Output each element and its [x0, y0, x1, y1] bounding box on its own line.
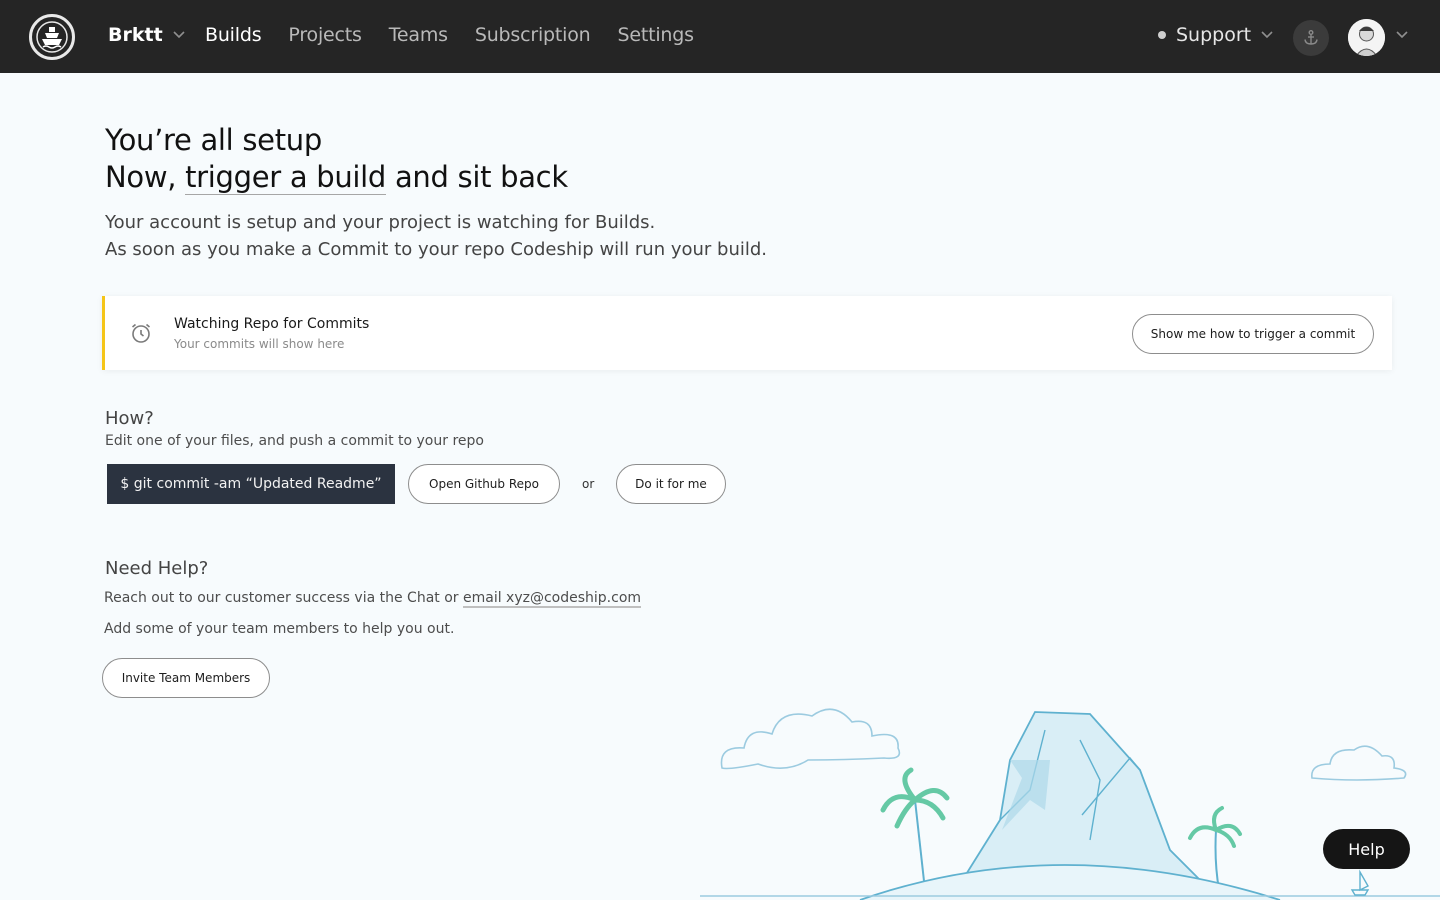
headline-line-1: You’re all setup	[105, 123, 322, 157]
do-it-for-me-button[interactable]: Do it for me	[616, 464, 726, 504]
ship-logo-icon	[36, 21, 68, 53]
help-contact-prefix: Reach out to our customer success via th…	[104, 590, 463, 606]
chevron-down-icon[interactable]	[1396, 31, 1408, 39]
headline-prefix: Now,	[105, 160, 186, 194]
avatar-image-icon	[1348, 19, 1385, 56]
invite-team-members-button[interactable]: Invite Team Members	[102, 658, 270, 698]
island-illustration	[700, 708, 1440, 900]
nav-teams[interactable]: Teams	[389, 24, 448, 46]
watching-subtitle: Your commits will show here	[174, 337, 345, 351]
nav-projects[interactable]: Projects	[288, 24, 362, 46]
headline-suffix: and sit back	[386, 160, 568, 194]
chevron-down-icon	[173, 31, 185, 39]
anchor-icon	[1304, 30, 1318, 45]
nav-subscription[interactable]: Subscription	[475, 24, 591, 46]
how-description: Edit one of your files, and push a commi…	[105, 433, 484, 449]
email-link[interactable]: email xyz@codeship.com	[463, 590, 642, 608]
org-switcher[interactable]: Brktt	[108, 24, 185, 46]
trigger-build-link[interactable]: trigger a build	[185, 160, 386, 195]
git-command-snippet[interactable]: $ git commit -am “Updated Readme”	[107, 464, 395, 504]
watching-title: Watching Repo for Commits	[174, 316, 370, 332]
help-chat-button[interactable]: Help	[1323, 829, 1410, 869]
anchor-button[interactable]	[1293, 20, 1329, 56]
headline-line-2: Now, trigger a build and sit back	[105, 159, 568, 196]
nav-builds[interactable]: Builds	[205, 24, 262, 46]
intro-line-1: Your account is setup and your project i…	[105, 212, 656, 233]
alarm-clock-icon	[131, 323, 151, 343]
or-separator: or	[582, 477, 595, 491]
need-help-heading: Need Help?	[105, 558, 209, 579]
intro-text: Your account is setup and your project i…	[105, 209, 767, 263]
help-team-text: Add some of your team members to help yo…	[104, 621, 455, 637]
support-menu[interactable]: Support	[1158, 24, 1273, 46]
org-name: Brktt	[108, 24, 163, 46]
status-dot-icon	[1158, 31, 1166, 39]
top-nav-bar: Brktt Builds Projects Teams Subscription…	[0, 0, 1440, 73]
how-heading: How?	[105, 408, 154, 429]
main-nav: Builds Projects Teams Subscription Setti…	[205, 24, 694, 46]
show-trigger-commit-button[interactable]: Show me how to trigger a commit	[1132, 314, 1374, 354]
nav-settings[interactable]: Settings	[618, 24, 695, 46]
open-github-repo-button[interactable]: Open Github Repo	[408, 464, 560, 504]
page-headline: You’re all setup Now, trigger a build an…	[105, 122, 568, 196]
codeship-logo[interactable]	[29, 14, 75, 60]
support-label: Support	[1176, 24, 1252, 46]
help-contact-text: Reach out to our customer success via th…	[104, 590, 642, 608]
user-avatar[interactable]	[1348, 19, 1385, 56]
intro-line-2: As soon as you make a Commit to your rep…	[105, 239, 768, 260]
chevron-down-icon	[1261, 31, 1273, 39]
